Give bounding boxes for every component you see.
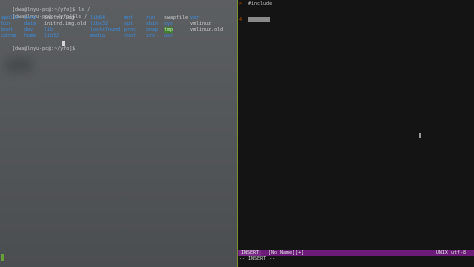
terminal-line: [dwa@lnyu-pc@:~/yfo]$ls / bbox=[0, 8, 87, 20]
cmdline-text: -- INSERT -- bbox=[239, 256, 276, 262]
vim-pane[interactable]: > 4 #include INSERT [No Name][+] UNIX ut… bbox=[238, 0, 474, 267]
ls-entry: home bbox=[24, 33, 37, 39]
terminal-pane[interactable]: [dwa@lnyu-pc@:~/yfo]$ ls / [dwa@lnyu-pc@… bbox=[0, 0, 237, 267]
ls-entry: srv bbox=[146, 33, 156, 39]
terminal-cursor bbox=[62, 41, 65, 46]
mouse-cursor-icon bbox=[419, 133, 421, 138]
ls-entry: usr bbox=[164, 33, 174, 39]
shell-command: ls / bbox=[75, 14, 88, 20]
ls-entry: vmlinuz.old bbox=[190, 27, 224, 33]
shell-prompt: [dwa@lnyu-pc@:~/yfo]$ bbox=[12, 46, 76, 52]
ls-entry: cdrom bbox=[1, 33, 17, 39]
ls-entry: root bbox=[124, 33, 137, 39]
editor-cursor-selection bbox=[248, 17, 270, 22]
editor-text-line[interactable]: #include bbox=[248, 1, 272, 7]
ls-entry: media bbox=[90, 33, 106, 39]
ls-entry: lib32 bbox=[44, 33, 60, 39]
sign-column-marker: > bbox=[239, 1, 243, 7]
line-number: 4 bbox=[239, 17, 243, 23]
terminal-line: [dwa@lnyu-pc@:~/yfo]$ ls / bbox=[0, 1, 90, 13]
vim-cmdline: -- INSERT -- bbox=[238, 256, 474, 262]
status-indicator bbox=[1, 254, 4, 261]
